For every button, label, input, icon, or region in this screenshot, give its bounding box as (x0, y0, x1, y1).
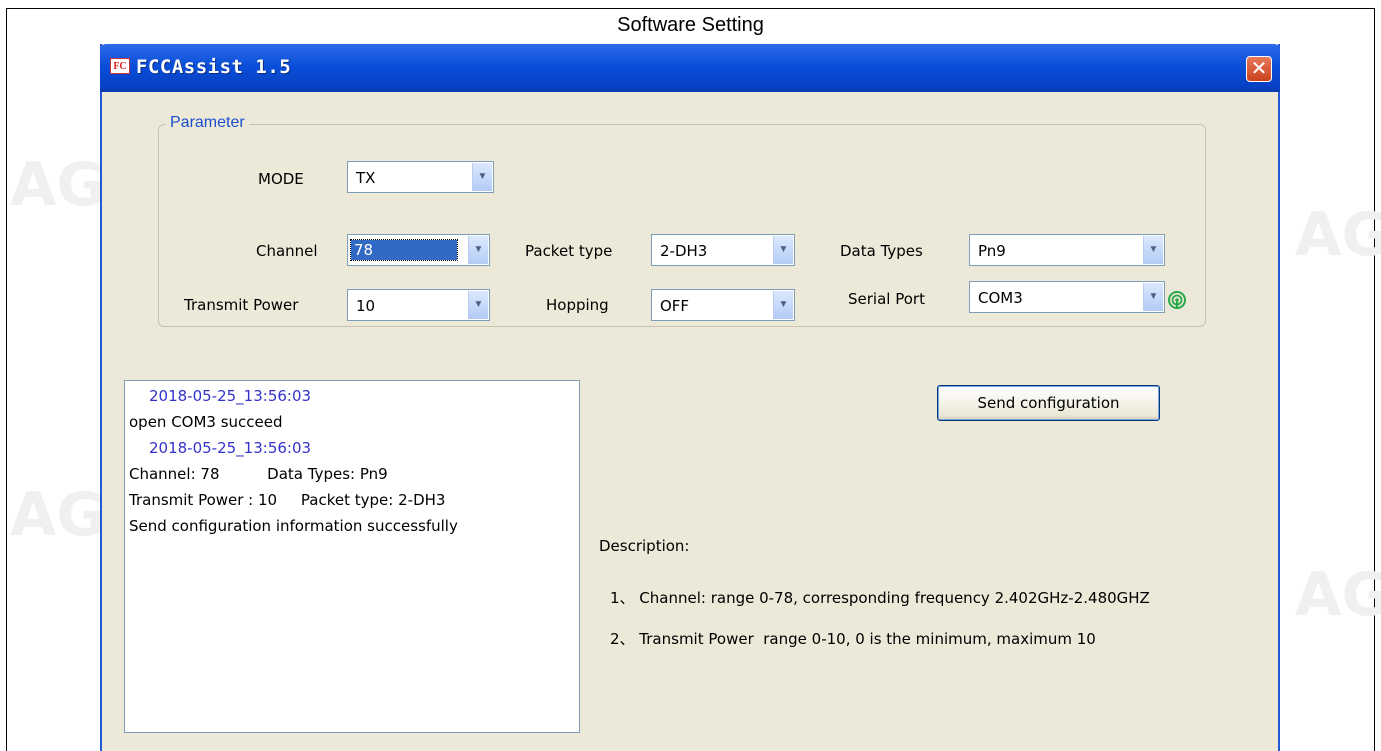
window-title: FCCAssist 1.5 (136, 56, 292, 78)
hopping-value: OFF (660, 297, 690, 315)
hopping-select[interactable]: OFF ▼ (651, 289, 795, 321)
description-item: 1、 Channel: range 0-78, corresponding fr… (610, 589, 1150, 607)
serial-port-select[interactable]: COM3 ▼ (969, 281, 1165, 313)
chevron-down-icon[interactable]: ▼ (773, 291, 793, 319)
serial-port-value: COM3 (978, 289, 1023, 307)
log-message: Transmit Power : 10 Packet type: 2-DH3 (129, 491, 446, 509)
mode-select[interactable]: TX ▼ (347, 161, 494, 193)
log-message: Channel: 78 Data Types: Pn9 (129, 465, 388, 483)
signal-icon (1168, 291, 1186, 309)
chevron-down-icon[interactable]: ▼ (468, 236, 488, 264)
chevron-down-icon[interactable]: ▼ (1143, 236, 1163, 264)
page-title: Software Setting (617, 14, 764, 36)
description-item: 2、 Transmit Power range 0-10, 0 is the m… (610, 630, 1096, 648)
serial-port-label: Serial Port (848, 290, 925, 308)
log-timestamp: 2018-05-25_13:56:03 (149, 387, 312, 405)
log-message: open COM3 succeed (129, 413, 283, 431)
window-titlebar[interactable]: FC FCCAssist 1.5 ✕ (100, 44, 1280, 92)
hopping-label: Hopping (546, 296, 609, 314)
packet-type-value: 2-DH3 (660, 242, 708, 260)
mode-label: MODE (258, 170, 304, 188)
data-types-value: Pn9 (978, 242, 1006, 260)
description-heading: Description: (599, 537, 690, 555)
app-icon: FC (110, 58, 130, 74)
mode-value: TX (356, 169, 376, 187)
channel-value: 78 (350, 239, 458, 261)
data-types-label: Data Types (840, 242, 923, 260)
log-timestamp: 2018-05-25_13:56:03 (149, 439, 312, 457)
channel-select[interactable]: 78 ▼ (347, 234, 490, 266)
channel-label: Channel (256, 242, 318, 260)
send-configuration-button[interactable]: Send configuration (937, 385, 1160, 421)
transmit-power-select[interactable]: 10 ▼ (347, 289, 490, 321)
data-types-select[interactable]: Pn9 ▼ (969, 234, 1165, 266)
log-output[interactable]: 2018-05-25_13:56:03 open COM3 succeed 20… (124, 380, 580, 733)
transmit-power-value: 10 (356, 297, 376, 315)
log-message: Send configuration information successfu… (129, 517, 458, 535)
parameter-legend: Parameter (166, 114, 249, 132)
chevron-down-icon[interactable]: ▼ (1143, 283, 1163, 311)
chevron-down-icon[interactable]: ▼ (468, 291, 488, 319)
packet-type-select[interactable]: 2-DH3 ▼ (651, 234, 795, 266)
chevron-down-icon[interactable]: ▼ (773, 236, 793, 264)
chevron-down-icon[interactable]: ▼ (472, 163, 492, 191)
transmit-power-label: Transmit Power (184, 296, 299, 314)
packet-type-label: Packet type (525, 242, 613, 260)
close-button[interactable]: ✕ (1246, 56, 1272, 82)
